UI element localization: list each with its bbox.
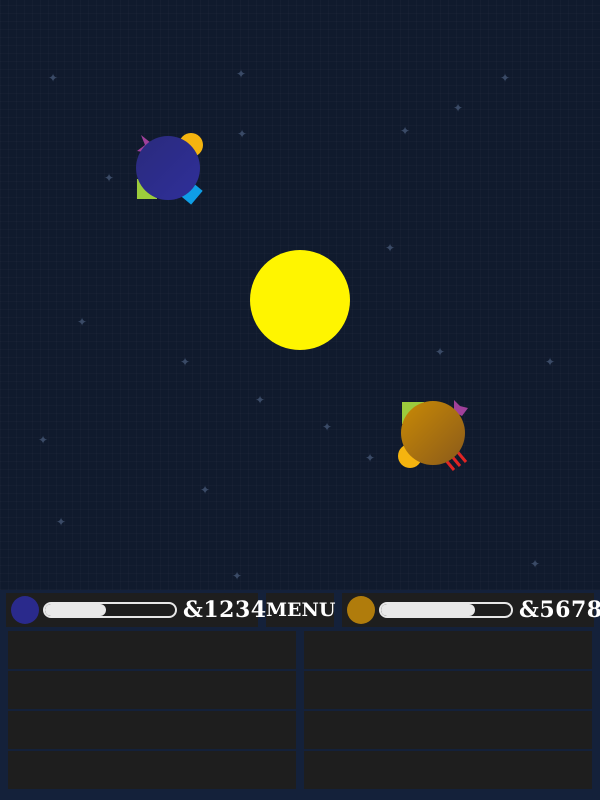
player-2-slot-4[interactable] — [304, 751, 592, 789]
star-icon: ✦ — [453, 101, 464, 115]
star-icon: ✦ — [200, 483, 211, 497]
star-icon: ✦ — [530, 557, 541, 571]
player-1-score: &1234 — [183, 597, 267, 623]
planet-icon — [401, 401, 465, 465]
player-2-slot-2[interactable] — [304, 671, 592, 709]
planet-icon — [136, 136, 200, 200]
star-icon: ✦ — [500, 71, 511, 85]
sun-icon — [250, 250, 350, 350]
player-2-avatar — [347, 596, 375, 624]
hud-panel: &1234 MENU &5678 — [0, 590, 600, 800]
player-2-slot-1[interactable] — [304, 631, 592, 669]
player-1-energy-bar — [43, 602, 177, 618]
player-2-energy-bar — [379, 602, 513, 618]
player-1-energy-fill — [45, 604, 107, 616]
star-icon: ✦ — [545, 355, 556, 369]
star-icon: ✦ — [48, 71, 59, 85]
player-1-status: &1234 — [6, 593, 266, 627]
player-1-planet[interactable] — [123, 123, 213, 213]
player-1-slot-4[interactable] — [8, 751, 296, 789]
player-2-score: &5678 — [519, 597, 600, 623]
star-icon: ✦ — [237, 127, 248, 141]
star-icon: ✦ — [435, 345, 446, 359]
star-icon: ✦ — [38, 433, 49, 447]
star-icon: ✦ — [255, 393, 266, 407]
star-icon: ✦ — [232, 569, 243, 583]
player-1-avatar — [11, 596, 39, 624]
player-2-slot-3[interactable] — [304, 711, 592, 749]
player-1-slot-3[interactable] — [8, 711, 296, 749]
player-2-energy-fill — [381, 604, 475, 616]
star-icon: ✦ — [365, 451, 376, 465]
star-icon: ✦ — [400, 124, 411, 138]
player-2-planet[interactable] — [388, 388, 478, 478]
player-1-slot-2[interactable] — [8, 671, 296, 709]
star-icon: ✦ — [180, 355, 191, 369]
player-2-status: &5678 — [342, 593, 600, 627]
star-icon: ✦ — [385, 241, 396, 255]
menu-button[interactable]: MENU — [266, 593, 335, 627]
player-1-slot-1[interactable] — [8, 631, 296, 669]
star-icon: ✦ — [77, 315, 88, 329]
game-space: ✦ ✦ ✦ ✦ ✦ ✦ ✦ ✦ ✦ ✦ ✦ ✦ ✦ ✦ ✦ ✦ ✦ ✦ ✦ ✦ — [0, 0, 600, 590]
star-icon: ✦ — [322, 420, 333, 434]
star-icon: ✦ — [236, 67, 247, 81]
star-icon: ✦ — [104, 171, 115, 185]
star-icon: ✦ — [56, 515, 67, 529]
